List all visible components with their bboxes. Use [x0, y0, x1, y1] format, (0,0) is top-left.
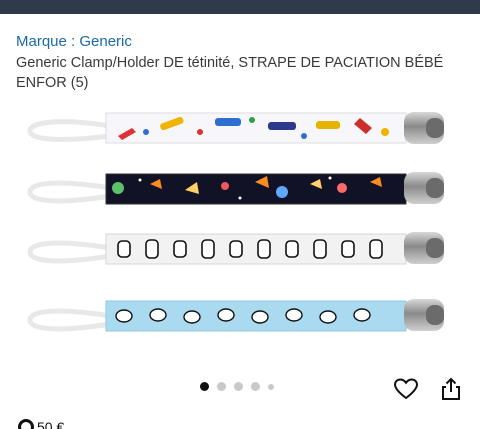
price-text: 50 € [37, 419, 65, 429]
share-icon [442, 377, 460, 400]
top-bar [0, 0, 480, 14]
carousel-dot-1[interactable] [200, 382, 209, 391]
share-button[interactable] [438, 376, 464, 402]
carousel-dot-4[interactable] [251, 382, 260, 391]
strap-airplanes [27, 112, 444, 144]
favorite-button[interactable] [393, 376, 419, 402]
strap-space [27, 172, 444, 205]
product-image-gallery[interactable] [0, 96, 480, 358]
price-row: 50 € [18, 419, 65, 429]
strap-bottles [27, 232, 444, 265]
product-title[interactable]: Generic Clamp/Holder DE tétinité, STRAPE… [16, 53, 471, 93]
badge-icon [18, 419, 34, 429]
heart-icon [394, 378, 418, 400]
brand-link[interactable]: Marque : Generic [16, 33, 132, 50]
pacifier-clips-image [27, 112, 444, 332]
carousel-dot-5[interactable] [268, 383, 274, 390]
strap-animals [27, 299, 444, 332]
carousel-indicator[interactable] [200, 382, 274, 391]
carousel-dot-2[interactable] [217, 382, 226, 391]
carousel-dot-3[interactable] [234, 382, 243, 391]
